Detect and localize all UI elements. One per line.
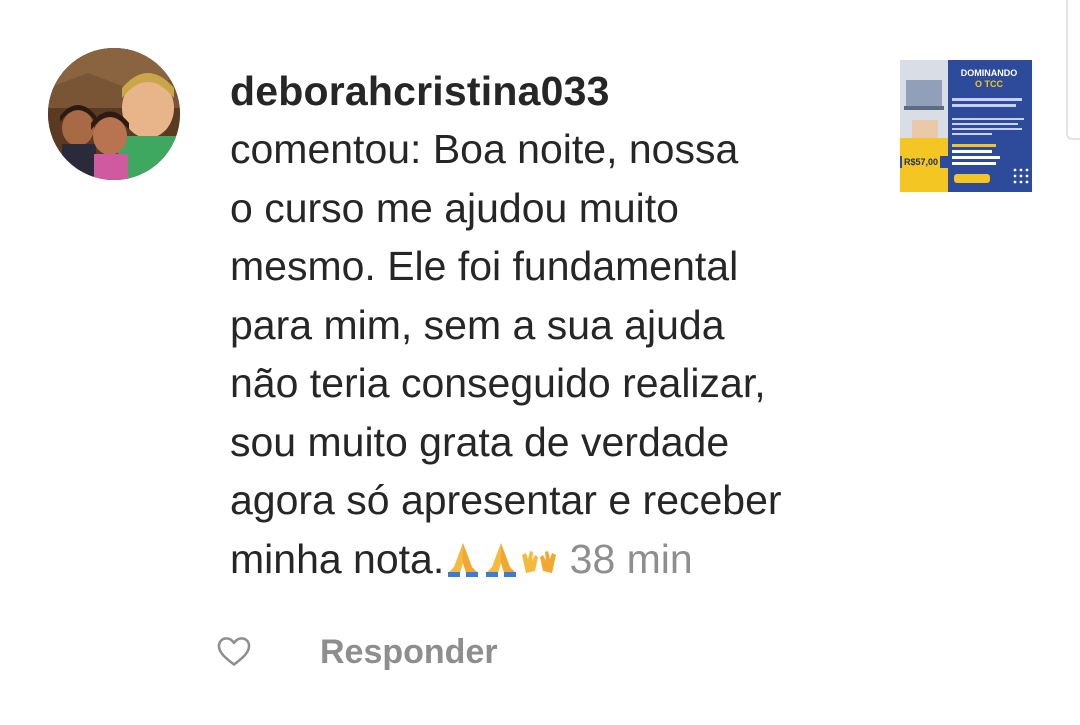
avatar-photo	[48, 48, 180, 180]
folded-hands-icon	[448, 542, 479, 577]
comment-line: sou muito grata de verdade	[230, 418, 730, 465]
comment-line: mesmo. Ele foi fundamental	[230, 243, 739, 289]
avatar[interactable]	[48, 48, 180, 180]
heart-outline-icon[interactable]	[215, 632, 253, 670]
comment-line: o curso me ajudou muito	[230, 184, 679, 231]
reply-button[interactable]: Responder	[320, 632, 498, 672]
thumbnail-title-line: O TCC	[975, 79, 1003, 89]
comment-line: não teria conseguido realizar,	[230, 360, 766, 406]
folded-hands-icon	[486, 542, 517, 577]
emoji-row	[444, 530, 558, 589]
thumbnail-cta	[954, 174, 990, 183]
thumbnail-title: DOMINANDO O TCC	[948, 68, 1030, 90]
post-thumbnail[interactable]: DOMINANDO O TCC R$57,00	[900, 60, 1032, 192]
comment-username[interactable]: deborahcristina033	[230, 62, 870, 120]
thumbnail-price: R$57,00	[902, 156, 941, 168]
comment-line: agora só apresentar e receber	[230, 477, 782, 523]
thumbnail-title-line: DOMINANDO	[960, 68, 1018, 78]
comment-line: comentou: Boa noite, nossa	[230, 126, 739, 172]
comment-time: 38 min	[569, 535, 693, 582]
comment-text: comentou: Boa noite, nossa o curso me aju…	[230, 120, 870, 588]
comment: deborahcristina033 comentou: Boa noite, …	[230, 62, 870, 588]
comment-line: minha nota.	[230, 535, 445, 582]
comment-line: para mim, sem a sua ajuda	[230, 301, 725, 348]
scroll-edge	[1066, 0, 1080, 140]
open-hands-icon	[522, 550, 557, 573]
